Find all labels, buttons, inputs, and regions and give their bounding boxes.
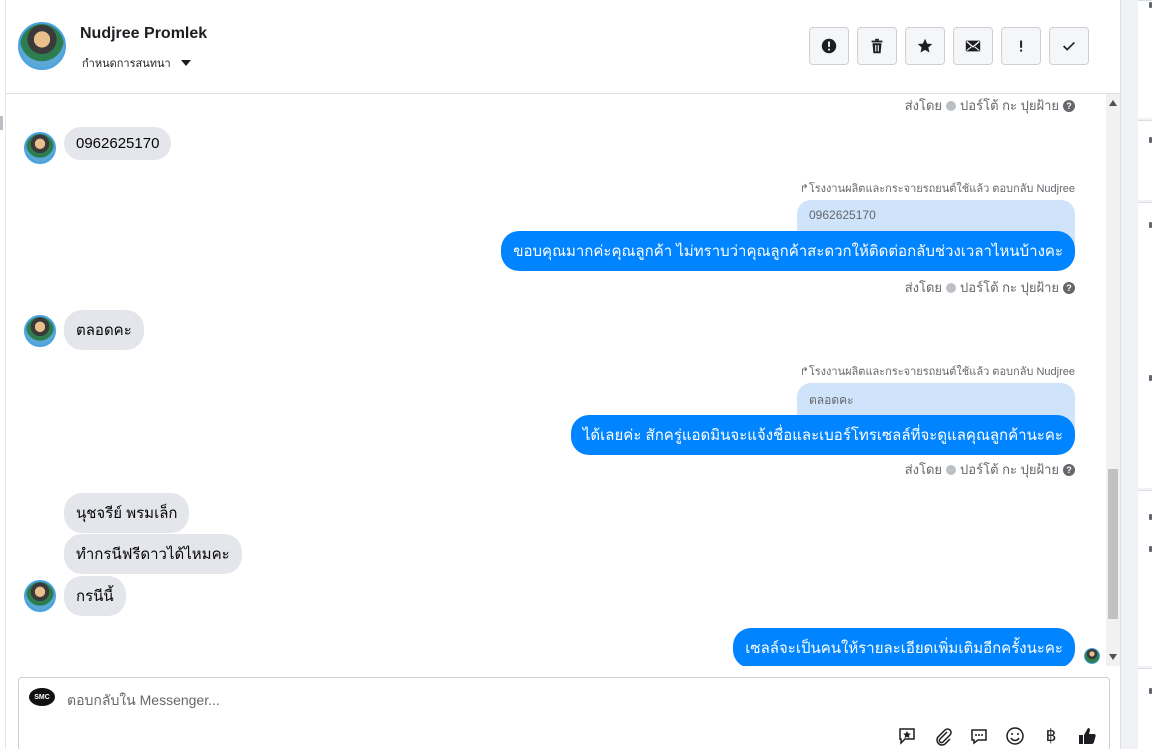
envelope-icon [965, 40, 981, 52]
sent-by-label: ส่งโดย ปอร์โต้ กะ ปุยฝ้าย ? [905, 95, 1075, 116]
reply-arrow-icon: ↱ [799, 366, 809, 378]
inbox-app: Nudjree Promlek กำหนดการสนทนา ส่งโดย ปอร… [0, 0, 1152, 749]
incoming-message[interactable]: ทำกรนีฟรีดาวได้ไหมคะ [64, 534, 242, 574]
side-panel-edge [1121, 0, 1152, 749]
reply-context-label: ↱โรงงานผลิตและกระจายรถยนต์ใช้แล้ว ตอบกลั… [799, 366, 1075, 378]
incoming-message[interactable]: กรนีนี้ [64, 576, 126, 616]
left-edge-marker [0, 116, 3, 130]
message-composer[interactable]: SMC ตอบกลับใน Messenger... ฿ [18, 677, 1110, 749]
side-card [1138, 668, 1152, 749]
sender-name: ปอร์โต้ กะ ปุยฝ้าย [960, 462, 1059, 477]
verified-icon [946, 464, 957, 475]
outgoing-message[interactable]: ได้เลยค่ะ สักครู่แอดมินจะแจ้งชื่อและเบอร… [570, 415, 1075, 455]
exclamation-icon [1020, 40, 1023, 52]
verified-icon [946, 282, 957, 293]
scroll-up-arrow-icon[interactable] [1109, 100, 1117, 106]
mark-unread-button[interactable] [953, 27, 993, 65]
spam-button[interactable] [809, 27, 849, 65]
message-thread: ส่งโดย ปอร์โต้ กะ ปุยฝ้าย ? 0962625170 ↱… [6, 94, 1106, 666]
contact-avatar-small[interactable] [24, 580, 56, 612]
chevron-down-icon [180, 60, 191, 66]
alert-circle-icon [821, 38, 837, 54]
help-icon[interactable]: ? [1063, 463, 1075, 476]
composer-toolbar: ฿ [897, 726, 1097, 746]
reply-arrow-icon: ↱ [799, 183, 809, 195]
page-avatar: SMC [29, 688, 55, 706]
seen-indicator-avatar [1084, 648, 1100, 664]
chat-bubble-icon [971, 729, 987, 745]
outgoing-message[interactable]: ขอบคุณมากค่ะคุณลูกค้า ไม่ทราบว่าคุณลูกค้… [501, 231, 1075, 271]
baht-icon: ฿ [1045, 726, 1057, 745]
side-card [1138, 0, 1152, 118]
conversation-header: Nudjree Promlek กำหนดการสนทนา [6, 0, 1120, 94]
contact-avatar-small[interactable] [24, 315, 56, 347]
messenger-chat-button[interactable] [969, 726, 989, 746]
emoji-button[interactable] [1005, 726, 1025, 746]
scroll-down-arrow-icon[interactable] [1109, 654, 1117, 660]
thumbs-up-icon [1079, 728, 1096, 744]
help-icon[interactable]: ? [1063, 99, 1075, 112]
incoming-message[interactable]: นุชจรีย์ พรมเล็ก [64, 493, 190, 533]
star-button[interactable] [905, 27, 945, 65]
sent-by-label: ส่งโดย ปอร์โต้ กะ ปุยฝ้าย ? [905, 277, 1075, 298]
done-button[interactable] [1049, 27, 1089, 65]
like-button[interactable] [1077, 726, 1097, 746]
side-card [1138, 202, 1152, 488]
reply-input[interactable]: ตอบกลับใน Messenger... [67, 690, 220, 712]
sent-by-label: ส่งโดย ปอร์โต้ กะ ปุยฝ้าย ? [905, 459, 1075, 480]
verified-icon [946, 100, 957, 111]
scroll-thumb[interactable] [1108, 469, 1118, 619]
important-button[interactable] [1001, 27, 1041, 65]
paperclip-icon [936, 728, 952, 746]
contact-name[interactable]: Nudjree Promlek [80, 25, 207, 43]
contact-avatar-small[interactable] [24, 132, 56, 164]
attach-button[interactable] [933, 726, 953, 746]
side-card [1138, 120, 1152, 200]
payment-button[interactable]: ฿ [1041, 726, 1061, 746]
sender-name: ปอร์โต้ กะ ปุยฝ้าย [960, 98, 1059, 113]
thread-scrollbar[interactable] [1106, 94, 1120, 666]
help-icon[interactable]: ? [1063, 281, 1075, 294]
incoming-message[interactable]: ตลอดคะ [64, 310, 144, 350]
conversation-settings-label: กำหนดการสนทนา [82, 58, 171, 70]
trash-icon [871, 38, 883, 54]
outgoing-message[interactable]: เซลล์จะเป็นคนให้รายละเอียดเพิ่มเติมอีกคร… [733, 628, 1075, 666]
conversation-toolbar [809, 27, 1089, 65]
saved-reply-icon [899, 728, 915, 745]
sender-name: ปอร์โต้ กะ ปุยฝ้าย [960, 280, 1059, 295]
emoji-icon [1006, 727, 1024, 745]
incoming-message[interactable]: 0962625170 [64, 127, 172, 160]
reply-context-label: ↱โรงงานผลิตและกระจายรถยนต์ใช้แล้ว ตอบกลั… [799, 183, 1075, 195]
star-icon [917, 38, 933, 53]
delete-button[interactable] [857, 27, 897, 65]
contact-avatar[interactable] [18, 22, 66, 70]
check-icon [1063, 41, 1075, 51]
saved-reply-button[interactable] [897, 726, 917, 746]
conversation-settings-dropdown[interactable]: กำหนดการสนทนา [82, 54, 191, 72]
